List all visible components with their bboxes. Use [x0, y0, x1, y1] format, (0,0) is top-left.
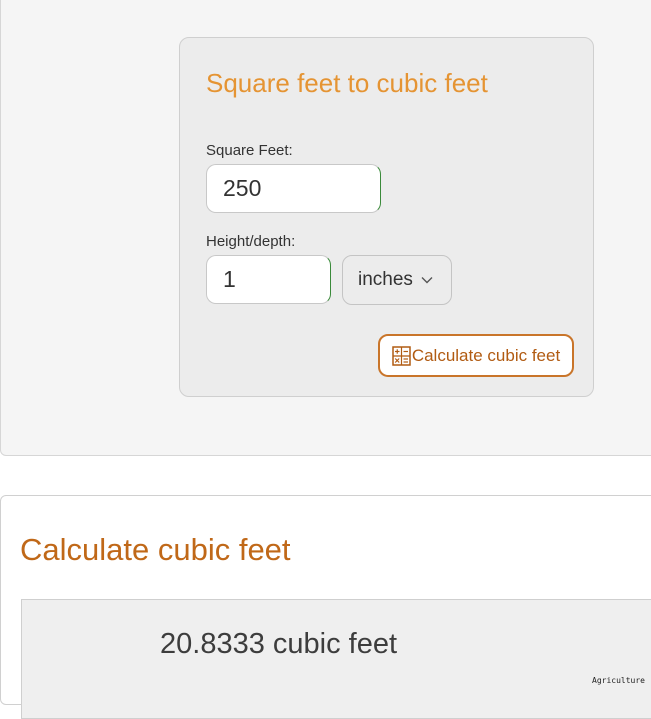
unit-select-value: inches [358, 269, 413, 291]
result-panel: Calculate cubic feet 20.8333 cubic feet [0, 495, 651, 705]
result-title: Calculate cubic feet [20, 532, 291, 568]
height-label: Height/depth: [206, 233, 295, 250]
calculator-icon [392, 346, 411, 366]
height-input[interactable] [206, 255, 331, 304]
watermark-text: Agriculture [592, 676, 645, 685]
calculator-title: Square feet to cubic feet [206, 68, 488, 99]
unit-select[interactable]: inches [342, 255, 452, 305]
calculate-cubic-feet-button[interactable]: Calculate cubic feet [378, 334, 574, 377]
chevron-down-icon [421, 276, 433, 284]
calculator-card: Square feet to cubic feet Square Feet: H… [179, 37, 594, 397]
converter-panel: Square feet to cubic feet Square Feet: H… [0, 0, 651, 456]
result-value: 20.8333 cubic feet [160, 628, 397, 661]
square-feet-label: Square Feet: [206, 142, 293, 159]
result-box: 20.8333 cubic feet [21, 599, 651, 719]
calculate-button-label: Calculate cubic feet [412, 346, 560, 366]
square-feet-input[interactable] [206, 164, 381, 213]
